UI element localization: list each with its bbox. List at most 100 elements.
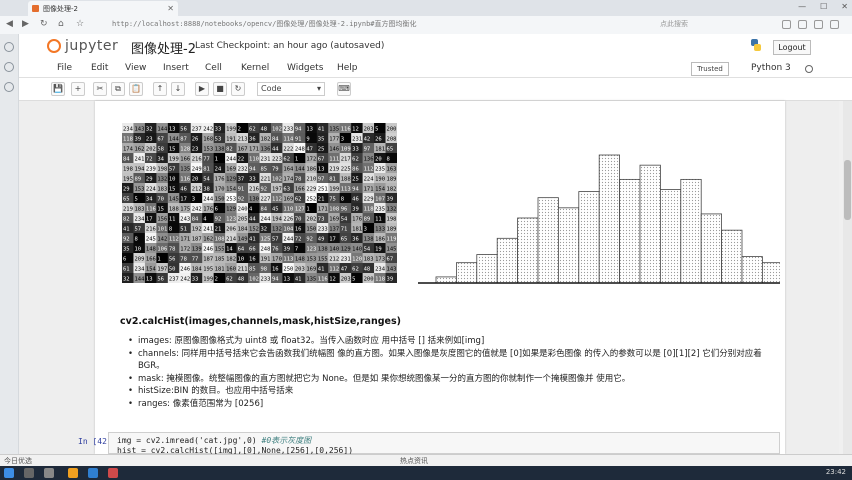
histogram-bar — [456, 262, 478, 284]
pixel-value: 239 — [146, 167, 156, 173]
pixel-value: 177 — [329, 137, 339, 143]
pixel-value: 183 — [157, 187, 167, 193]
pixel-value: 53 — [215, 137, 222, 143]
copy-button[interactable]: ⧉ — [111, 82, 125, 96]
start-menu-icon[interactable] — [4, 468, 14, 478]
pixel-value: 127 — [295, 207, 305, 213]
menu-file[interactable]: File — [57, 63, 72, 73]
move-down-button[interactable]: ↓ — [171, 82, 185, 96]
cell-type-select[interactable]: Code ▾ — [257, 82, 325, 96]
pixel-value: 212 — [192, 187, 202, 193]
pixel-value: 208 — [387, 137, 397, 143]
interrupt-button[interactable]: ■ — [213, 82, 227, 96]
menu-view[interactable]: View — [125, 63, 146, 73]
move-up-button[interactable]: ↑ — [153, 82, 167, 96]
browser-taskbar-icon[interactable] — [88, 468, 98, 478]
pixel-value: 16 — [249, 257, 256, 263]
pixel-value: 217 — [341, 157, 351, 163]
pixel-value: 13 — [318, 167, 325, 173]
menu-icon[interactable] — [830, 20, 839, 29]
menu-edit[interactable]: Edit — [91, 63, 108, 73]
save-button[interactable]: 💾 — [51, 82, 65, 96]
pixel-value: 219 — [329, 167, 339, 173]
back-icon[interactable]: ◀ — [6, 19, 13, 29]
window-close-icon[interactable]: ✕ — [841, 2, 848, 11]
browser-sidebar — [0, 34, 19, 454]
sidebar-notes-icon[interactable] — [4, 82, 14, 92]
paste-button[interactable]: 📋 — [129, 82, 143, 96]
scrollbar-thumb[interactable] — [844, 160, 851, 220]
browser-tab[interactable]: 图像处理-2 ✕ — [28, 1, 178, 16]
pixel-value: 78 — [180, 257, 187, 263]
pixel-value: 144 — [134, 277, 145, 283]
pixel-value: 197 — [157, 267, 167, 273]
pixel-value: 17 — [329, 237, 336, 243]
pixel-value: 198 — [123, 167, 133, 173]
star-icon[interactable]: ☆ — [76, 19, 84, 29]
status-center-text[interactable]: 热点资讯 — [400, 456, 428, 466]
browser-search-input[interactable]: 点此搜索 — [660, 19, 770, 31]
trusted-badge[interactable]: Trusted — [691, 62, 729, 76]
search-taskbar-icon[interactable] — [24, 468, 34, 478]
pixel-value: 234 — [375, 267, 386, 273]
pixel-value: 9 — [306, 137, 309, 143]
pixel-value: 153 — [203, 147, 213, 153]
run-button[interactable]: ▶ — [195, 82, 209, 96]
extensions-icon[interactable] — [782, 20, 791, 29]
pixel-value: 249 — [192, 167, 202, 173]
kernel-name[interactable]: Python 3 — [751, 63, 791, 73]
pixel-value: 139 — [192, 247, 202, 253]
task-view-icon[interactable] — [44, 468, 54, 478]
pixel-value: 97 — [318, 177, 325, 183]
sidebar-history-icon[interactable] — [4, 62, 14, 72]
pixel-value: 108 — [215, 237, 225, 243]
menu-insert[interactable]: Insert — [163, 63, 189, 73]
insert-cell-button[interactable]: + — [71, 82, 85, 96]
pixel-value: 33 — [215, 127, 222, 133]
logout-button[interactable]: Logout — [773, 40, 811, 55]
maximize-icon[interactable]: ☐ — [820, 2, 827, 11]
settings-icon[interactable] — [814, 20, 823, 29]
file-explorer-icon[interactable] — [68, 468, 78, 478]
restart-button[interactable]: ↻ — [231, 82, 245, 96]
tab-close-icon[interactable]: ✕ — [167, 4, 174, 13]
pixel-value: 191 — [261, 257, 271, 263]
jupyter-logo[interactable]: jupyter — [47, 38, 118, 54]
menu-widgets[interactable]: Widgets — [287, 63, 323, 73]
forward-icon[interactable]: ▶ — [22, 19, 29, 29]
pixel-value: 37 — [238, 177, 245, 183]
app-taskbar-icon[interactable] — [108, 468, 118, 478]
command-palette-button[interactable]: ⌨ — [337, 82, 351, 96]
pixel-value: 144 — [295, 167, 306, 173]
menu-help[interactable]: Help — [337, 63, 358, 73]
pixel-value: 75 — [329, 197, 336, 203]
downloads-icon[interactable] — [798, 20, 807, 29]
pixel-value: 176 — [203, 207, 213, 213]
pixel-value: 72 — [295, 237, 302, 243]
reload-icon[interactable]: ↻ — [40, 19, 48, 29]
jupyter-favicon-icon — [32, 5, 39, 12]
notebook-name[interactable]: 图像处理-2 — [131, 38, 196, 57]
pixel-value: 11 — [169, 217, 176, 223]
pixel-value: 143 — [387, 267, 397, 273]
sidebar-bookmarks-icon[interactable] — [4, 42, 14, 52]
pixel-value: 209 — [134, 257, 144, 263]
code-cell[interactable]: img = cv2.imread('cat.jpg',0) #0表示灰度图 hi… — [108, 432, 780, 455]
pixel-value: 8 — [169, 227, 172, 233]
cut-button[interactable]: ✂ — [93, 82, 107, 96]
pixel-value: 76 — [272, 247, 279, 253]
pixel-value: 116 — [318, 277, 328, 283]
pixel-value: 92 — [261, 187, 268, 193]
pixel-value: 102 — [272, 127, 282, 133]
pixel-value: 26 — [192, 137, 199, 143]
home-icon[interactable]: ⌂ — [58, 19, 64, 29]
status-left-text[interactable]: 今日优选 — [4, 456, 32, 466]
url-field[interactable]: http://localhost:8888/notebooks/opencv/图… — [112, 19, 572, 31]
menu-kernel[interactable]: Kernel — [241, 63, 269, 73]
minimize-icon[interactable]: — — [798, 2, 806, 11]
scrollbar-track[interactable] — [843, 101, 852, 454]
menu-cell[interactable]: Cell — [205, 63, 222, 73]
pixel-value: 191 — [226, 137, 236, 143]
list-item: mask: 掩模图像。统整幅图像的直方图就把它为 None。但是如 果你想统图像… — [128, 373, 788, 386]
pixel-value: 148 — [295, 257, 305, 263]
